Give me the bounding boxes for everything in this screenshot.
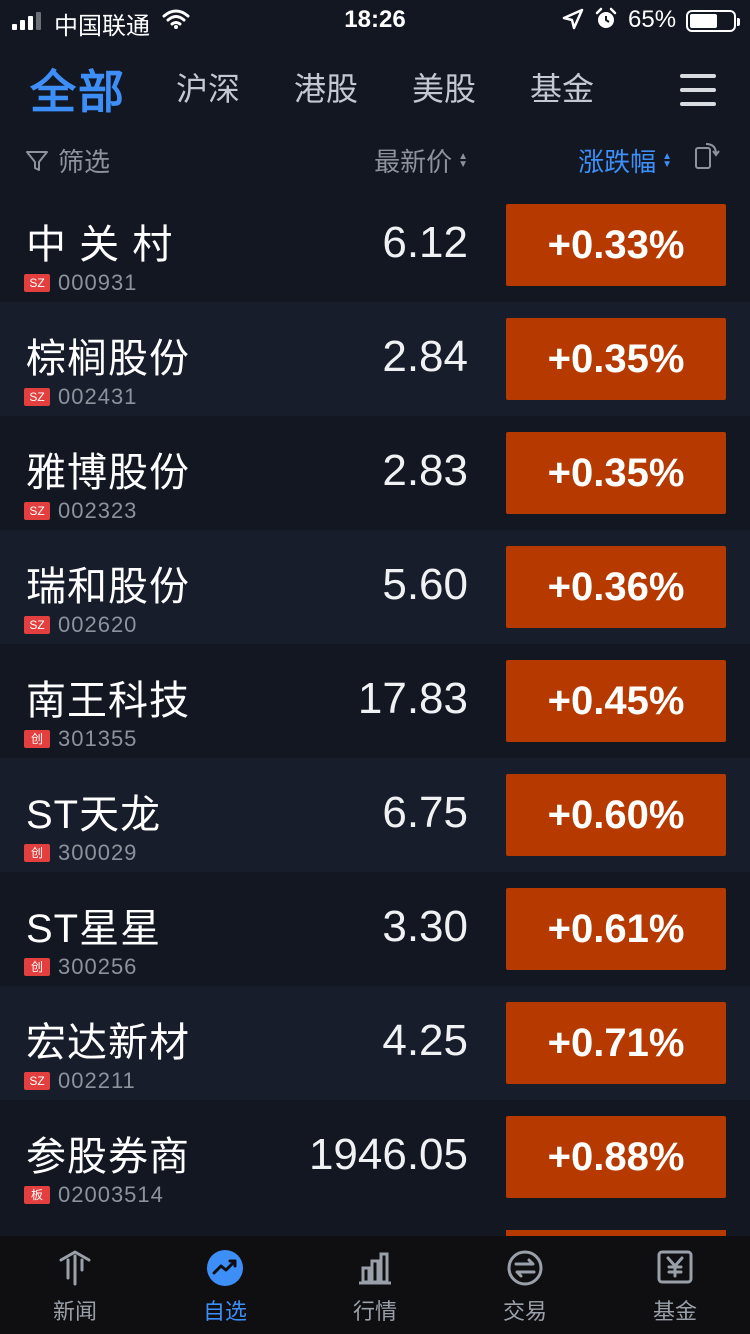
stock-price: 17.83 [357,674,468,723]
stock-name: 宏达新材 [26,1021,190,1065]
stock-name: 南王科技 [26,679,190,723]
tab-us-stocks[interactable]: 美股 [412,64,476,110]
sort-arrows-icon: ▲ ▼ [458,150,468,170]
menu-icon[interactable] [680,74,716,116]
change-percent-box[interactable]: +0.88% [506,1116,726,1198]
nav-news-label: 新闻 [52,1299,97,1324]
market-badge: SZ [24,388,50,406]
bottom-nav: 新闻 自选 行情 交易 基金 [0,1236,750,1334]
stock-name: 中 关 村 [26,223,174,267]
watchlist-trend-icon [207,1250,243,1286]
fund-yen-icon [657,1250,693,1284]
stock-code: 002620 [58,612,138,637]
rotate-screen-icon[interactable] [692,140,722,172]
stock-row[interactable]: 雅博股份 SZ 002323 2.83 +0.35% [0,416,750,530]
stock-name: 瑞和股份 [26,565,190,609]
stock-name: ST天龙 [26,793,162,837]
stock-row[interactable]: 参股券商 板 02003514 1946.05 +0.88% [0,1100,750,1214]
market-badge: SZ [24,502,50,520]
market-badge: 创 [24,958,50,976]
stock-code: 002431 [58,384,138,409]
nav-market-label: 行情 [352,1299,397,1324]
market-tabs: 全部 沪深 港股 美股 基金 [0,52,750,122]
sort-by-change[interactable]: 涨跌幅 ▲ ▼ [578,142,672,179]
nav-watchlist[interactable]: 自选 [150,1236,300,1334]
stock-name: 棕榈股份 [26,337,190,381]
filter-button[interactable]: 筛选 [24,142,110,179]
change-percent-box[interactable]: +0.71% [506,1002,726,1084]
stock-code: 002211 [58,1068,136,1093]
tab-hk-stocks[interactable]: 港股 [294,64,358,110]
stock-price: 6.12 [382,218,468,267]
stock-price: 2.84 [382,332,468,381]
filter-label: 筛选 [58,147,111,177]
market-badge: SZ [24,1072,50,1090]
change-percent-box[interactable]: +0.35% [506,318,726,400]
sort-arrows-icon: ▲ ▼ [662,150,672,170]
stock-name: 参股券商 [26,1135,190,1179]
stock-price: 1946.05 [308,1130,468,1179]
tab-funds[interactable]: 基金 [530,64,594,110]
status-bar: 中国联通 18:26 65% [0,0,750,40]
stock-code: 300029 [58,840,138,865]
market-badge: SZ [24,274,50,292]
change-column-label: 涨跌幅 [578,147,657,177]
nav-fund-label: 基金 [652,1299,697,1324]
market-badge: 创 [24,844,50,862]
change-percent-box[interactable]: +0.45% [506,660,726,742]
tab-all[interactable]: 全部 [30,56,126,122]
battery-percent: 65% [628,6,677,33]
battery-icon [686,10,740,32]
stock-row[interactable]: 宏达新材 SZ 002211 4.25 +0.71% [0,986,750,1100]
exchange-icon [507,1250,543,1286]
stock-code: 000931 [58,270,138,295]
stock-price: 2.83 [382,446,468,495]
change-percent-box[interactable]: +0.36% [506,546,726,628]
alarm-icon [595,7,617,28]
market-badge: 板 [24,1186,50,1204]
news-icon [59,1250,91,1286]
stock-code: 301355 [58,726,138,751]
change-percent-box[interactable]: +0.61% [506,888,726,970]
filter-icon [26,150,48,171]
list-header: 筛选 最新价 ▲ ▼ 涨跌幅 ▲ ▼ [0,132,750,184]
nav-watchlist-label: 自选 [202,1299,247,1324]
stock-price: 4.25 [382,1016,468,1065]
watchlist: 中 关 村 SZ 000931 6.12 +0.33% 棕榈股份 SZ 002431… [0,188,750,1236]
stock-row[interactable]: 棕榈股份 SZ 002431 2.84 +0.35% [0,302,750,416]
stock-row[interactable]: 瑞和股份 SZ 002620 5.60 +0.36% [0,530,750,644]
location-arrow-icon [562,8,584,30]
stock-row[interactable]: ST天龙 创 300029 6.75 +0.60% [0,758,750,872]
stock-row[interactable]: ST星星 创 300256 3.30 +0.61% [0,872,750,986]
stock-row[interactable]: 中 关 村 SZ 000931 6.12 +0.33% [0,188,750,302]
stock-name: 雅博股份 [26,451,190,495]
change-percent-box[interactable]: +0.33% [506,204,726,286]
stock-price: 6.75 [382,788,468,837]
change-percent-box[interactable]: +0.35% [506,432,726,514]
stock-code: 002323 [58,498,138,523]
stock-price: 3.30 [382,902,468,951]
stock-code: 02003514 [58,1182,164,1207]
tab-shanghai-shenzhen[interactable]: 沪深 [176,64,240,110]
bar-chart-icon [359,1252,391,1285]
change-percent-box[interactable]: +0.60% [506,774,726,856]
stock-name: ST星星 [26,907,162,951]
nav-fund[interactable]: 基金 [600,1236,750,1334]
stock-price: 5.60 [382,560,468,609]
sort-by-price[interactable]: 最新价 ▲ ▼ [374,142,468,179]
stock-row[interactable]: 南王科技 创 301355 17.83 +0.45% [0,644,750,758]
nav-trade[interactable]: 交易 [450,1236,600,1334]
nav-market[interactable]: 行情 [300,1236,450,1334]
nav-trade-label: 交易 [502,1299,547,1324]
nav-news[interactable]: 新闻 [0,1236,150,1334]
market-badge: 创 [24,730,50,748]
market-badge: SZ [24,616,50,634]
stock-code: 300256 [58,954,138,979]
price-column-label: 最新价 [374,147,453,177]
